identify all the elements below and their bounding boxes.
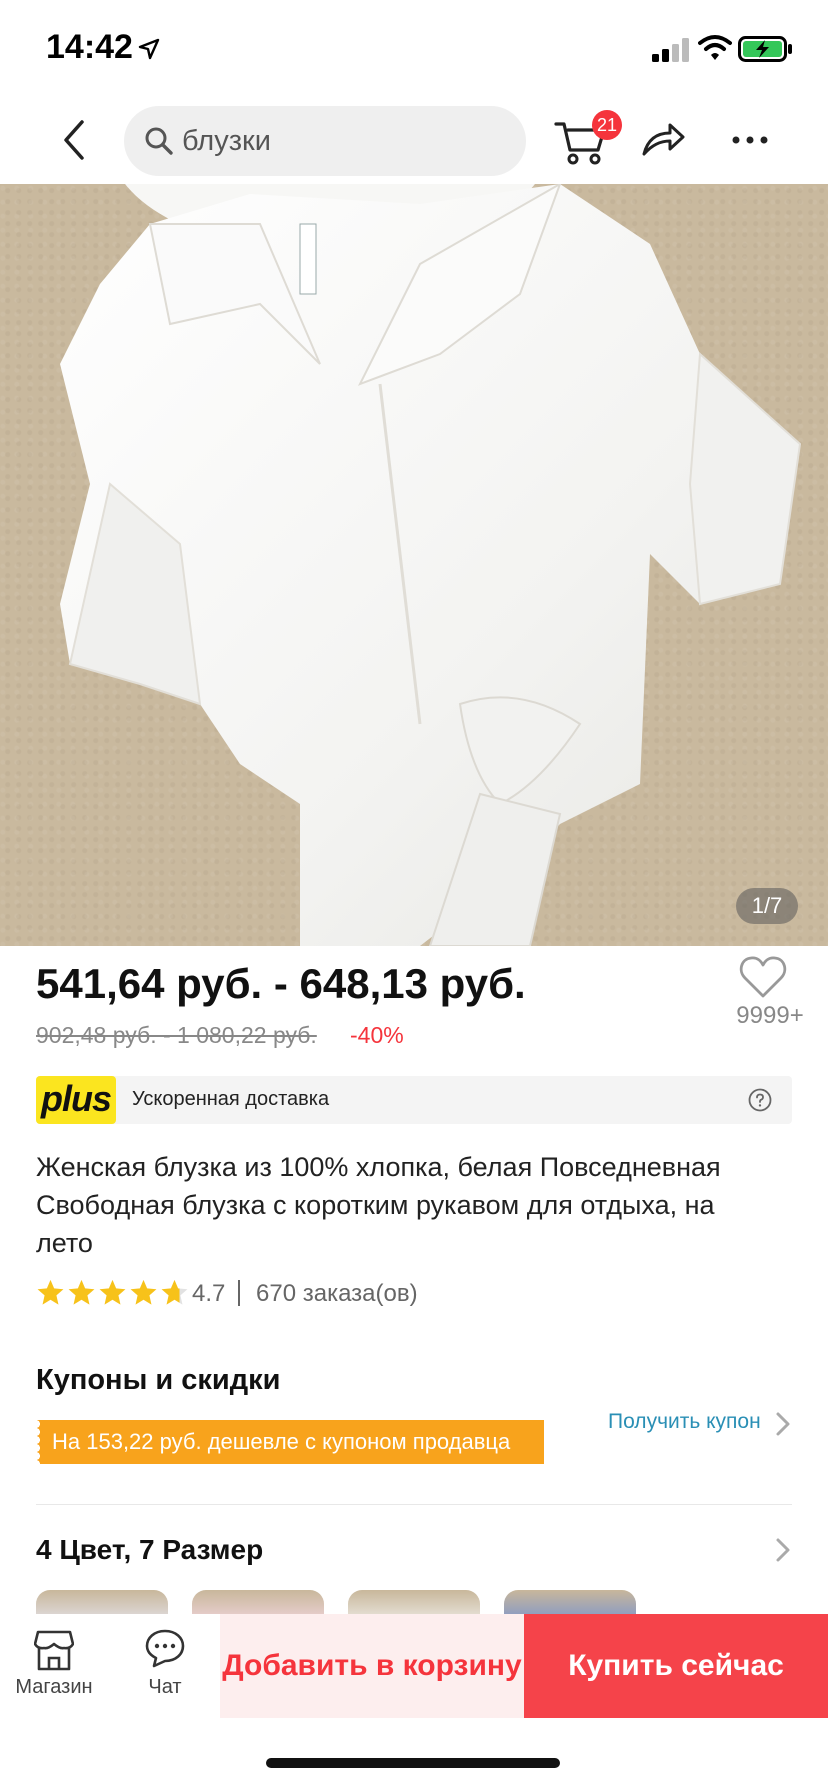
chevron-right-icon[interactable] (774, 1536, 792, 1564)
product-title: Женская блузка из 100% хлопка, белая Пов… (36, 1152, 721, 1258)
rating-value: 4.7 (192, 1280, 226, 1307)
share-icon[interactable] (640, 116, 686, 162)
star-icon (130, 1279, 157, 1305)
get-coupon-link[interactable]: Получить купон (608, 1410, 761, 1434)
more-options-icon[interactable] (730, 120, 770, 160)
wishlist-count: 9999+ (736, 1002, 804, 1029)
rating-divider (238, 1280, 240, 1306)
store-button[interactable]: Магазин (0, 1614, 108, 1718)
discount-badge: -40% (350, 1022, 404, 1048)
seller-coupon-strip[interactable]: На 153,22 руб. дешевле с купоном продавц… (36, 1420, 544, 1464)
bottom-action-bar: Магазин Чат Добавить в корзину Купить се… (0, 1614, 828, 1718)
plus-delivery-banner[interactable]: plus Ускоренная доставка (36, 1076, 792, 1124)
buy-now-button[interactable]: Купить сейчас (524, 1614, 828, 1718)
coupons-section-title: Купоны и скидки (36, 1364, 281, 1396)
image-counter: 1/7 (736, 888, 798, 924)
battery-charging-icon (738, 36, 792, 62)
cart-badge: 21 (592, 110, 623, 140)
back-arrow-icon[interactable] (50, 114, 102, 166)
rating-stars (36, 1278, 189, 1307)
blouse-photo (60, 184, 802, 946)
chat-label: Чат (148, 1676, 182, 1698)
status-time: 14:42 (46, 28, 133, 66)
star-icon (99, 1279, 126, 1305)
orders-count: 670 заказа(ов) (256, 1280, 418, 1307)
heart-icon[interactable] (738, 952, 788, 1002)
location-arrow-icon (138, 38, 160, 60)
nav-bar: блузки 21 (0, 96, 828, 184)
variants-title[interactable]: 4 Цвет, 7 Размер (36, 1534, 263, 1566)
chat-button[interactable]: Чат (120, 1614, 210, 1718)
star-half-icon (161, 1279, 188, 1305)
help-icon[interactable] (748, 1088, 772, 1112)
product-image[interactable] (0, 184, 828, 946)
wifi-icon (698, 35, 732, 60)
status-bar: 14:42 (0, 0, 828, 96)
home-indicator (266, 1758, 560, 1768)
old-price: 902,48 руб. - 1 080,22 руб. (36, 1022, 317, 1048)
search-icon (145, 127, 173, 155)
add-to-cart-button[interactable]: Добавить в корзину (220, 1614, 524, 1718)
chevron-right-icon[interactable] (774, 1410, 792, 1438)
star-icon (68, 1279, 95, 1305)
search-query: блузки (182, 125, 271, 157)
chat-icon (145, 1629, 185, 1668)
store-icon (34, 1630, 74, 1671)
store-label: Магазин (15, 1676, 93, 1698)
star-icon (37, 1279, 64, 1305)
search-input[interactable]: блузки (124, 106, 526, 176)
price-range: 541,64 руб. - 648,13 руб. (36, 960, 526, 1007)
plus-delivery-text: Ускоренная доставка (132, 1088, 330, 1110)
cellular-signal-icon (652, 38, 689, 62)
plus-logo: plus (36, 1076, 116, 1124)
section-divider (36, 1504, 792, 1505)
